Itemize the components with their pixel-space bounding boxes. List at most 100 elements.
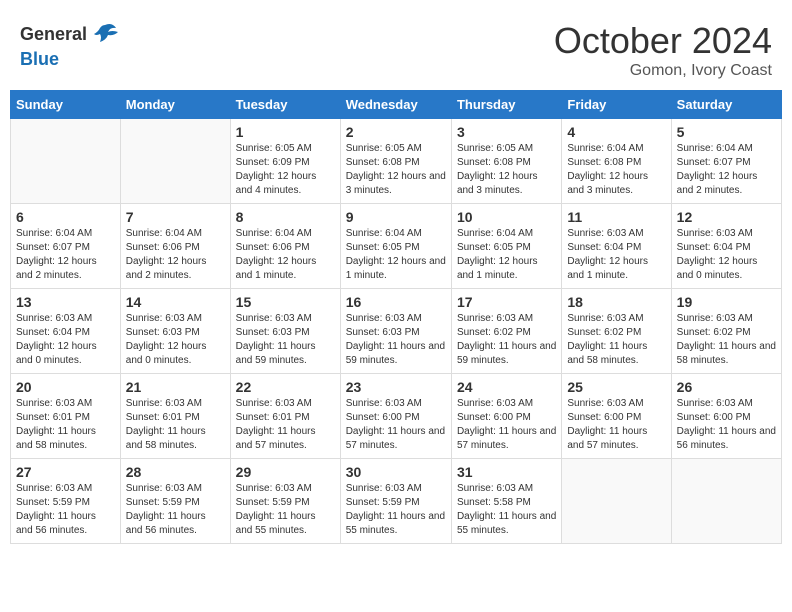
day-info: Sunrise: 6:03 AM Sunset: 6:00 PM Dayligh… [346, 397, 446, 453]
page-header: General Blue October 2024 Gomon, Ivory C… [10, 10, 782, 85]
day-info: Sunrise: 6:03 AM Sunset: 5:59 PM Dayligh… [16, 482, 115, 538]
day-info: Sunrise: 6:05 AM Sunset: 6:08 PM Dayligh… [346, 142, 446, 198]
calendar-cell [120, 119, 230, 204]
day-info: Sunrise: 6:03 AM Sunset: 6:01 PM Dayligh… [16, 397, 115, 453]
calendar-cell: 7 Sunrise: 6:04 AM Sunset: 6:06 PM Daylig… [120, 204, 230, 289]
calendar-header-row: SundayMondayTuesdayWednesdayThursdayFrid… [11, 91, 782, 119]
calendar-cell: 16 Sunrise: 6:03 AM Sunset: 6:03 PM Dayli… [340, 289, 451, 374]
day-number: 28 [126, 464, 225, 480]
day-number: 4 [567, 124, 665, 140]
calendar-cell [671, 459, 781, 544]
logo: General Blue [20, 20, 120, 70]
day-number: 7 [126, 209, 225, 225]
day-number: 19 [677, 294, 776, 310]
day-number: 25 [567, 379, 665, 395]
day-info: Sunrise: 6:03 AM Sunset: 5:59 PM Dayligh… [126, 482, 225, 538]
calendar-cell: 10Sunrise: 6:04 AM Sunset: 6:05 PM Dayli… [451, 204, 561, 289]
weekday-header-sunday: Sunday [11, 91, 121, 119]
day-info: Sunrise: 6:03 AM Sunset: 5:58 PM Dayligh… [457, 482, 556, 538]
calendar-cell: 1 Sunrise: 6:05 AM Sunset: 6:09 PM Daylig… [230, 119, 340, 204]
day-info: Sunrise: 6:04 AM Sunset: 6:07 PM Dayligh… [16, 227, 115, 283]
calendar-cell: 22Sunrise: 6:03 AM Sunset: 6:01 PM Dayli… [230, 374, 340, 459]
calendar-cell: 4 Sunrise: 6:04 AM Sunset: 6:08 PM Daylig… [562, 119, 671, 204]
day-number: 3 [457, 124, 556, 140]
weekday-header-friday: Friday [562, 91, 671, 119]
calendar-cell: 3 Sunrise: 6:05 AM Sunset: 6:08 PM Daylig… [451, 119, 561, 204]
weekday-header-thursday: Thursday [451, 91, 561, 119]
day-number: 11 [567, 209, 665, 225]
location-title: Gomon, Ivory Coast [554, 62, 772, 80]
day-info: Sunrise: 6:05 AM Sunset: 6:09 PM Dayligh… [236, 142, 335, 198]
calendar-cell: 2 Sunrise: 6:05 AM Sunset: 6:08 PM Daylig… [340, 119, 451, 204]
day-number: 2 [346, 124, 446, 140]
day-number: 18 [567, 294, 665, 310]
calendar-cell: 30Sunrise: 6:03 AM Sunset: 5:59 PM Dayli… [340, 459, 451, 544]
day-number: 27 [16, 464, 115, 480]
day-info: Sunrise: 6:04 AM Sunset: 6:06 PM Dayligh… [236, 227, 335, 283]
day-info: Sunrise: 6:03 AM Sunset: 6:02 PM Dayligh… [457, 312, 556, 368]
day-number: 8 [236, 209, 335, 225]
calendar-week-row: 27 Sunrise: 6:03 AM Sunset: 5:59 PM Dayli… [11, 459, 782, 544]
logo-general: General [20, 25, 87, 45]
day-number: 1 [236, 124, 335, 140]
day-number: 20 [16, 379, 115, 395]
day-number: 17 [457, 294, 556, 310]
calendar-cell [562, 459, 671, 544]
logo-blue: Blue [20, 50, 120, 70]
calendar-cell: 28 Sunrise: 6:03 AM Sunset: 5:59 PM Dayli… [120, 459, 230, 544]
day-info: Sunrise: 6:04 AM Sunset: 6:08 PM Dayligh… [567, 142, 665, 198]
calendar-cell: 13 Sunrise: 6:03 AM Sunset: 6:04 PM Dayli… [11, 289, 121, 374]
day-number: 5 [677, 124, 776, 140]
calendar-cell: 25 Sunrise: 6:03 AM Sunset: 6:00 PM Dayli… [562, 374, 671, 459]
day-number: 9 [346, 209, 446, 225]
day-info: Sunrise: 6:03 AM Sunset: 6:02 PM Dayligh… [567, 312, 665, 368]
day-number: 13 [16, 294, 115, 310]
calendar-cell: 5 Sunrise: 6:04 AM Sunset: 6:07 PM Daylig… [671, 119, 781, 204]
calendar-week-row: 1 Sunrise: 6:05 AM Sunset: 6:09 PM Daylig… [11, 119, 782, 204]
day-info: Sunrise: 6:03 AM Sunset: 5:59 PM Dayligh… [236, 482, 335, 538]
calendar-cell: 11 Sunrise: 6:03 AM Sunset: 6:04 PM Dayli… [562, 204, 671, 289]
day-number: 30 [346, 464, 446, 480]
weekday-header-wednesday: Wednesday [340, 91, 451, 119]
day-info: Sunrise: 6:03 AM Sunset: 6:00 PM Dayligh… [567, 397, 665, 453]
day-info: Sunrise: 6:03 AM Sunset: 6:03 PM Dayligh… [346, 312, 446, 368]
calendar-cell: 20 Sunrise: 6:03 AM Sunset: 6:01 PM Dayli… [11, 374, 121, 459]
weekday-header-monday: Monday [120, 91, 230, 119]
day-info: Sunrise: 6:04 AM Sunset: 6:07 PM Dayligh… [677, 142, 776, 198]
day-info: Sunrise: 6:03 AM Sunset: 6:01 PM Dayligh… [126, 397, 225, 453]
calendar-cell: 24 Sunrise: 6:03 AM Sunset: 6:00 PM Dayli… [451, 374, 561, 459]
day-info: Sunrise: 6:03 AM Sunset: 6:00 PM Dayligh… [457, 397, 556, 453]
day-info: Sunrise: 6:04 AM Sunset: 6:06 PM Dayligh… [126, 227, 225, 283]
day-number: 24 [457, 379, 556, 395]
calendar-cell: 15 Sunrise: 6:03 AM Sunset: 6:03 PM Dayli… [230, 289, 340, 374]
calendar-week-row: 13 Sunrise: 6:03 AM Sunset: 6:04 PM Dayli… [11, 289, 782, 374]
calendar-cell: 9 Sunrise: 6:04 AM Sunset: 6:05 PM Daylig… [340, 204, 451, 289]
day-number: 6 [16, 209, 115, 225]
day-info: Sunrise: 6:03 AM Sunset: 6:04 PM Dayligh… [567, 227, 665, 283]
calendar-cell: 14Sunrise: 6:03 AM Sunset: 6:03 PM Dayli… [120, 289, 230, 374]
day-number: 15 [236, 294, 335, 310]
calendar-cell: 29Sunrise: 6:03 AM Sunset: 5:59 PM Dayli… [230, 459, 340, 544]
month-title: October 2024 [554, 20, 772, 62]
day-info: Sunrise: 6:03 AM Sunset: 6:04 PM Dayligh… [16, 312, 115, 368]
day-number: 31 [457, 464, 556, 480]
day-info: Sunrise: 6:03 AM Sunset: 6:04 PM Dayligh… [677, 227, 776, 283]
calendar-cell: 23 Sunrise: 6:03 AM Sunset: 6:00 PM Dayli… [340, 374, 451, 459]
day-info: Sunrise: 6:05 AM Sunset: 6:08 PM Dayligh… [457, 142, 556, 198]
day-info: Sunrise: 6:03 AM Sunset: 6:02 PM Dayligh… [677, 312, 776, 368]
day-number: 16 [346, 294, 446, 310]
calendar-week-row: 6 Sunrise: 6:04 AM Sunset: 6:07 PM Daylig… [11, 204, 782, 289]
day-info: Sunrise: 6:03 AM Sunset: 6:03 PM Dayligh… [126, 312, 225, 368]
calendar-cell: 6 Sunrise: 6:04 AM Sunset: 6:07 PM Daylig… [11, 204, 121, 289]
day-number: 22 [236, 379, 335, 395]
calendar-cell: 8 Sunrise: 6:04 AM Sunset: 6:06 PM Daylig… [230, 204, 340, 289]
calendar-cell: 31 Sunrise: 6:03 AM Sunset: 5:58 PM Dayli… [451, 459, 561, 544]
day-number: 21 [126, 379, 225, 395]
day-number: 23 [346, 379, 446, 395]
day-info: Sunrise: 6:03 AM Sunset: 6:03 PM Dayligh… [236, 312, 335, 368]
calendar-cell [11, 119, 121, 204]
calendar-cell: 26Sunrise: 6:03 AM Sunset: 6:00 PM Dayli… [671, 374, 781, 459]
day-number: 10 [457, 209, 556, 225]
day-info: Sunrise: 6:04 AM Sunset: 6:05 PM Dayligh… [346, 227, 446, 283]
day-number: 12 [677, 209, 776, 225]
